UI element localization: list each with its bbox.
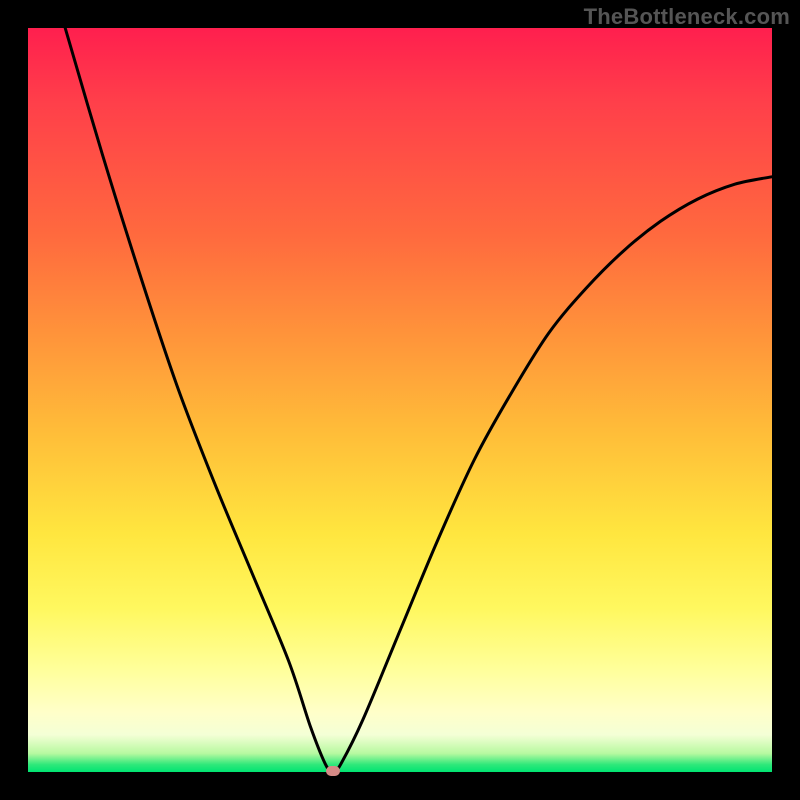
bottleneck-curve-path <box>65 28 772 772</box>
watermark-text: TheBottleneck.com <box>584 4 790 30</box>
bottleneck-curve-svg <box>28 28 772 772</box>
min-point-marker <box>326 766 340 776</box>
chart-frame: TheBottleneck.com <box>0 0 800 800</box>
